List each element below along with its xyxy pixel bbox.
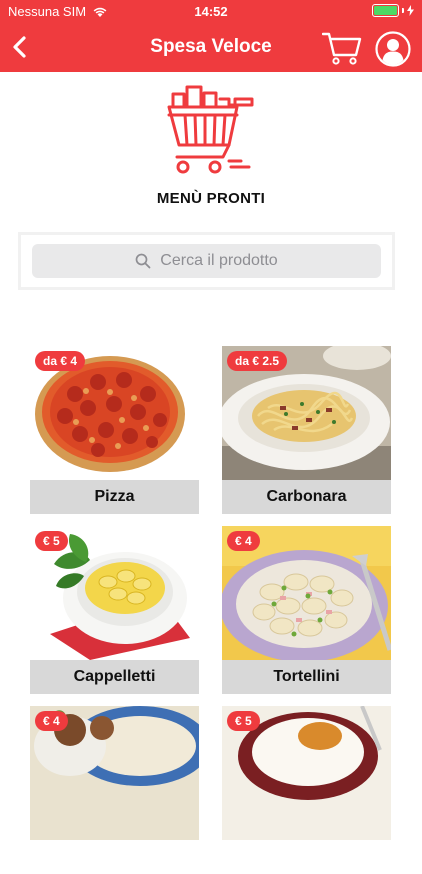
price-badge: da € 4 xyxy=(35,351,86,371)
battery-fill xyxy=(374,6,397,15)
price-badge: € 4 xyxy=(227,531,260,551)
product-name: Cappelletti xyxy=(30,660,199,694)
product-card[interactable]: € 4 xyxy=(30,706,199,874)
clock: 14:52 xyxy=(194,4,228,19)
cart-icon[interactable] xyxy=(322,29,362,67)
search-placeholder: Cerca il prodotto xyxy=(160,252,278,269)
product-card-tortellini[interactable]: € 4 Tortellini xyxy=(222,526,391,694)
product-card[interactable]: € 5 xyxy=(222,706,391,874)
charging-icon xyxy=(407,5,414,16)
product-card-pizza[interactable]: da € 4 Pizza xyxy=(30,346,199,514)
product-name: Tortellini xyxy=(222,660,391,694)
battery-icon xyxy=(372,4,414,17)
product-card-carbonara[interactable]: da € 2.5 Carbonara xyxy=(222,346,391,514)
search-bar: Cerca il prodotto xyxy=(18,232,395,290)
price-badge: € 5 xyxy=(227,711,260,731)
shopping-cart-hero-icon xyxy=(167,85,254,174)
status-bar: Nessuna SIM 14:52 xyxy=(0,0,422,23)
product-name: Pizza xyxy=(30,480,199,514)
product-card-cappelletti[interactable]: € 5 Cappelletti xyxy=(30,526,199,694)
price-badge: € 4 xyxy=(35,711,68,731)
price-badge: da € 2.5 xyxy=(227,351,288,371)
price-badge: € 5 xyxy=(35,531,68,551)
search-icon xyxy=(135,253,151,269)
product-name: Carbonara xyxy=(222,480,391,514)
search-input[interactable]: Cerca il prodotto xyxy=(32,244,381,278)
navigation-bar: Spesa Veloce xyxy=(0,23,422,72)
page-title: MENÙ PRONTI xyxy=(156,190,266,207)
profile-icon[interactable] xyxy=(375,31,411,67)
